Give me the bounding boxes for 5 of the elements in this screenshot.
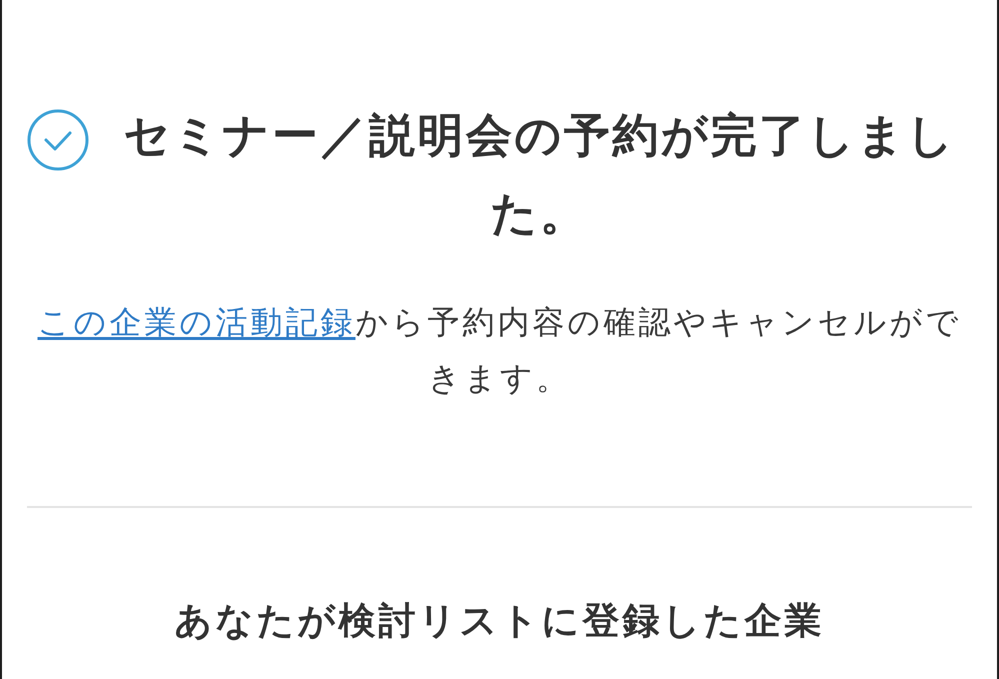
confirmation-heading: セミナー／説明会の予約が完了しました。: [122, 107, 957, 242]
section-title: あなたが検討リストに登録した企業: [174, 598, 826, 644]
confirmation-message: この企業の活動記録から予約内容の確認やキャンセルができます。: [36, 302, 962, 399]
activity-record-link[interactable]: この企業の活動記録: [38, 303, 356, 341]
check-circle-icon: [27, 109, 89, 171]
